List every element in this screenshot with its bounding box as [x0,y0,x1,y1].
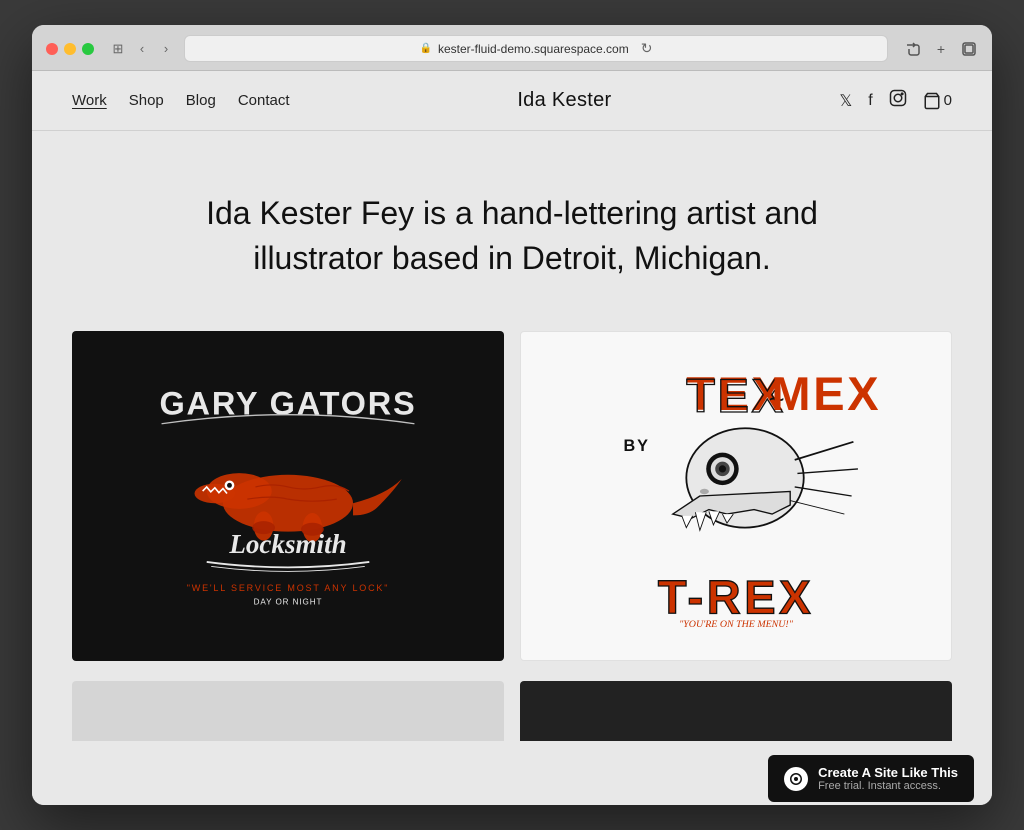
nav-contact-link[interactable]: Contact [238,92,290,109]
reload-button[interactable]: ↻ [641,40,653,57]
svg-text:DAY OR NIGHT: DAY OR NIGHT [254,597,323,606]
windows-button[interactable] [960,40,978,58]
svg-text:T-REX: T-REX [658,570,814,623]
svg-text:"WE'LL SERVICE MOST ANY LOCK": "WE'LL SERVICE MOST ANY LOCK" [187,582,389,592]
svg-text:GARY GATORS: GARY GATORS [159,385,416,421]
url-text: kester-fluid-demo.squarespace.com [438,42,629,56]
gallery-grid: GARY GATORS [32,331,992,681]
twitter-icon[interactable]: 𝕏 [839,91,852,111]
site-title: Ida Kester [517,89,611,112]
gallery-item-bottom-left[interactable] [72,681,504,741]
gallery-bottom-row [32,681,992,741]
badge-main-text: Create A Site Like This [818,765,958,780]
hero-section: Ida Kester Fey is a hand-lettering artis… [32,131,992,331]
browser-chrome: ⊞ ‹ › 🔒 kester-fluid-demo.squarespace.co… [32,25,992,71]
minimize-button[interactable] [64,43,76,55]
back-button[interactable]: ‹ [134,41,150,57]
close-button[interactable] [46,43,58,55]
nav-shop-link[interactable]: Shop [129,92,164,109]
nav-work-link[interactable]: Work [72,92,107,109]
maximize-button[interactable] [82,43,94,55]
website-content: Work Shop Blog Contact Ida Kester 𝕏 f [32,71,992,805]
nav-right: 𝕏 f 0 [839,89,952,112]
svg-text:Locksmith: Locksmith [228,528,346,558]
cart-icon[interactable]: 0 [923,92,952,110]
forward-button[interactable]: › [158,41,174,57]
gallery-item-tex-mex[interactable]: TEX TEX ~ MEX BY [520,331,952,661]
svg-text:BY: BY [624,436,650,454]
nav-blog-link[interactable]: Blog [186,92,216,109]
new-tab-button[interactable]: + [932,40,950,58]
badge-sub-text: Free trial. Instant access. [818,780,958,792]
cart-count: 0 [944,92,952,109]
share-button[interactable] [904,40,922,58]
browser-controls: ⊞ ‹ › [110,41,174,57]
gallery-item-gary-gators[interactable]: GARY GATORS [72,331,504,661]
squarespace-logo [784,767,808,791]
traffic-lights [46,43,94,55]
gallery-item-bottom-right[interactable] [520,681,952,741]
browser-window: ⊞ ‹ › 🔒 kester-fluid-demo.squarespace.co… [32,25,992,805]
facebook-icon[interactable]: f [868,92,872,110]
svg-text:"YOU'RE ON THE MENU!": "YOU'RE ON THE MENU!" [679,619,794,630]
instagram-icon[interactable] [889,89,907,112]
svg-text:MEX: MEX [771,367,881,420]
hero-text: Ida Kester Fey is a hand-lettering artis… [182,191,842,281]
badge-text: Create A Site Like This Free trial. Inst… [818,765,958,792]
nav-links: Work Shop Blog Contact [72,92,290,109]
sidebar-toggle-button[interactable]: ⊞ [110,41,126,57]
lock-icon: 🔒 [420,43,432,54]
site-navigation: Work Shop Blog Contact Ida Kester 𝕏 f [32,71,992,131]
browser-actions: + [904,40,978,58]
address-bar[interactable]: 🔒 kester-fluid-demo.squarespace.com ↻ [184,35,888,62]
squarespace-badge[interactable]: Create A Site Like This Free trial. Inst… [768,755,974,802]
